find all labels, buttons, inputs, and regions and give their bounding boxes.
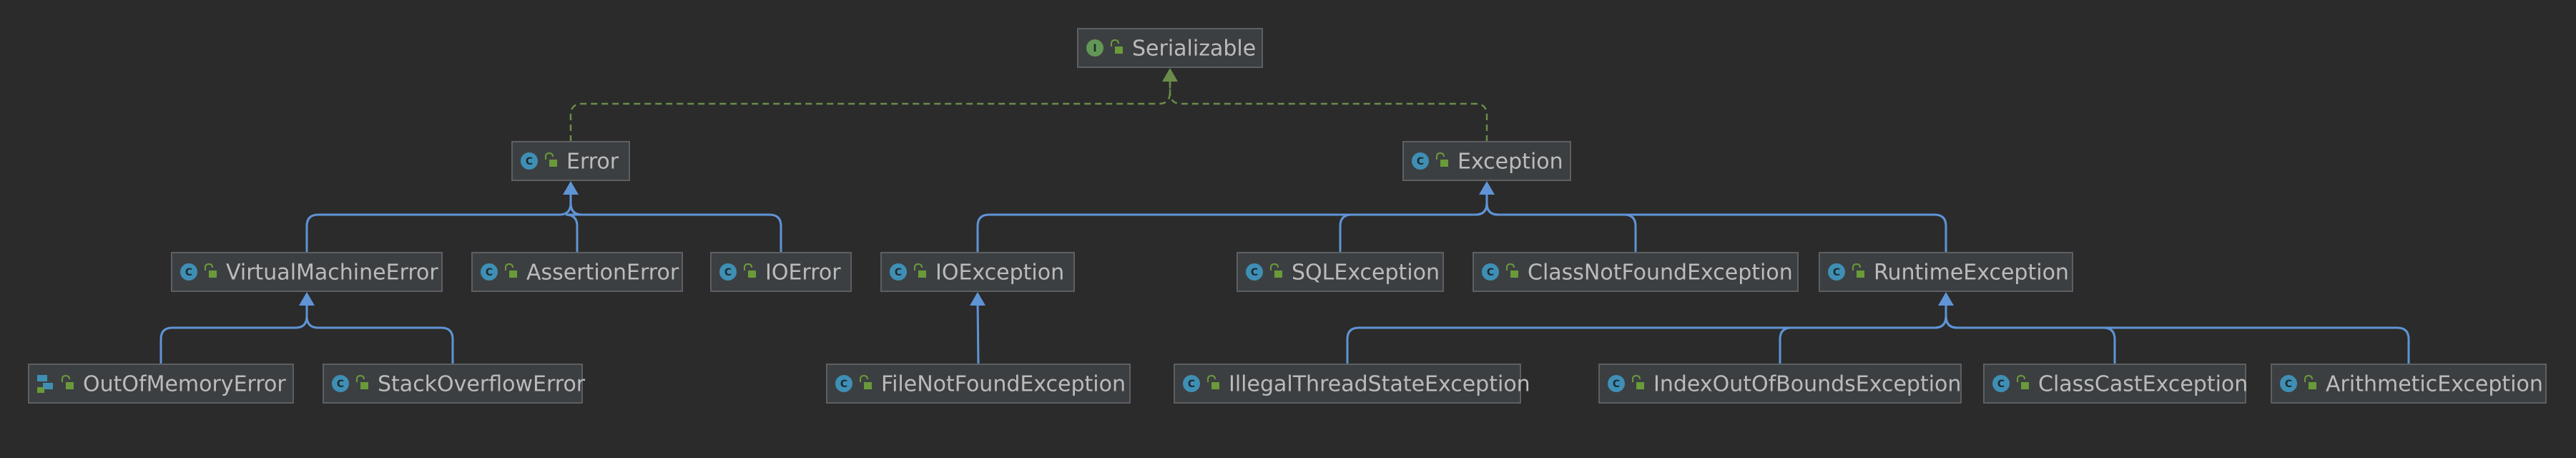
edge-runtimeexception-to-exception [1485, 189, 1947, 253]
arrowhead-virtualmachineerror [299, 292, 315, 306]
node-label: VirtualMachineError [226, 260, 438, 286]
node-label: Serializable [1132, 36, 1256, 62]
class-icon: C [1412, 152, 1429, 170]
class-icon: C [2280, 375, 2297, 392]
inheritance-edges [159, 68, 2410, 365]
svg-text:C: C [1613, 379, 1620, 390]
class-icon: C [481, 263, 498, 281]
class-icon: C [1828, 263, 1845, 281]
edge-classnotfoundexception-to-exception [1485, 189, 1637, 253]
edge-sqlexception-to-exception [1339, 189, 1488, 253]
class-icon: C [1246, 263, 1263, 281]
class-icon: C [890, 263, 907, 281]
svg-text:C: C [840, 379, 847, 390]
svg-text:I: I [1093, 43, 1096, 54]
arrowhead-serializable [1162, 68, 1178, 82]
node-label: Error [566, 150, 619, 175]
edge-exception-to-serializable [1169, 76, 1488, 142]
arrowhead-exception [1479, 181, 1495, 195]
node-indexoutofboundsexception[interactable]: C IndexOutOfBoundsException [1598, 364, 1962, 404]
class-icon: C [180, 263, 197, 281]
node-label: OutOfMemoryError [83, 372, 286, 397]
svg-text:C: C [1188, 379, 1195, 390]
class-hierarchy-diagram: I Serializable C Error C Exception C VirtualMac… [28, 28, 2547, 404]
node-outofmemoryerror[interactable]: OutOfMemoryError [28, 364, 294, 404]
node-error[interactable]: C Error [511, 141, 630, 181]
class-icon: C [1608, 375, 1625, 392]
arrowhead-error [563, 181, 579, 195]
edge-indexoutofboundsexception-to-runtimeexception [1779, 300, 1947, 364]
node-ioexception[interactable]: C IOException [880, 252, 1075, 292]
class-icon: C [719, 263, 737, 281]
node-label: IllegalThreadStateException [1229, 372, 1530, 397]
node-label: StackOverflowError [378, 372, 586, 397]
node-classnotfoundexception[interactable]: C ClassNotFoundException [1473, 252, 1799, 292]
svg-text:C: C [895, 267, 902, 278]
node-filenotfoundexception[interactable]: C FileNotFoundException [826, 364, 1131, 404]
edge-arithmeticexception-to-runtimeexception [1945, 300, 2410, 364]
node-exception[interactable]: C Exception [1402, 141, 1571, 181]
svg-text:C: C [1997, 379, 2005, 390]
edge-error-to-serializable [569, 76, 1171, 142]
arrowhead-ioexception [970, 292, 985, 306]
edge-outofmemoryerror-to-virtualmachineerror [159, 300, 308, 364]
arrowhead-runtimeexception [1938, 292, 1954, 306]
node-stackoverflowerror[interactable]: C StackOverflowError [323, 364, 586, 404]
class-icon: C [1992, 375, 2010, 392]
node-label: ArithmeticException [2326, 372, 2543, 397]
svg-text:C: C [486, 267, 493, 278]
node-label: IOError [765, 260, 841, 286]
svg-text:C: C [2285, 379, 2292, 390]
node-label: ClassNotFoundException [1528, 260, 1793, 286]
edge-classcastexception-to-runtimeexception [1945, 300, 2116, 364]
svg-text:C: C [724, 267, 732, 278]
class-icon: C [521, 152, 538, 170]
node-label: IOException [935, 260, 1064, 286]
svg-text:C: C [1833, 267, 1840, 278]
class-icon: C [1183, 375, 1200, 392]
node-sqlexception[interactable]: C SQLException [1237, 252, 1444, 292]
edge-ioexception-to-exception [976, 189, 1488, 253]
edge-ioerror-to-error [569, 189, 782, 253]
class-icon: C [332, 375, 349, 392]
edge-virtualmachineerror-to-error [305, 189, 572, 253]
node-label: SQLException [1292, 260, 1440, 286]
node-assertionerror[interactable]: C AssertionError [471, 252, 683, 292]
node-label: ClassCastException [2038, 372, 2248, 397]
node-label: AssertionError [526, 260, 679, 286]
edge-illegalthreadstateexception-to-runtimeexception [1346, 300, 1947, 364]
node-label: RuntimeException [1874, 260, 2069, 286]
node-classcastexception[interactable]: C ClassCastException [1983, 364, 2248, 404]
svg-text:C: C [185, 267, 192, 278]
edge-assertionerror-to-error [565, 189, 583, 253]
node-label: IndexOutOfBoundsException [1653, 372, 1961, 397]
node-virtualmachineerror[interactable]: C VirtualMachineError [171, 252, 443, 292]
svg-text:C: C [337, 379, 344, 390]
svg-text:C: C [1417, 156, 1424, 167]
svg-text:C: C [1487, 267, 1494, 278]
svg-text:C: C [1251, 267, 1258, 278]
node-runtimeexception[interactable]: C RuntimeException [1819, 252, 2073, 292]
svg-text:C: C [526, 156, 533, 167]
node-illegalthreadstateexception[interactable]: C IllegalThreadStateException [1174, 364, 1530, 404]
node-serializable[interactable]: I Serializable [1077, 28, 1263, 68]
edge-stackoverflowerror-to-virtualmachineerror [305, 300, 454, 364]
node-arithmeticexception[interactable]: C ArithmeticException [2271, 364, 2547, 404]
interface-icon: I [1086, 39, 1103, 57]
class-icon: C [835, 375, 852, 392]
class-icon: C [1482, 263, 1499, 281]
node-label: FileNotFoundException [881, 372, 1126, 397]
node-ioerror[interactable]: C IOError [710, 252, 852, 292]
node-label: Exception [1457, 150, 1563, 175]
